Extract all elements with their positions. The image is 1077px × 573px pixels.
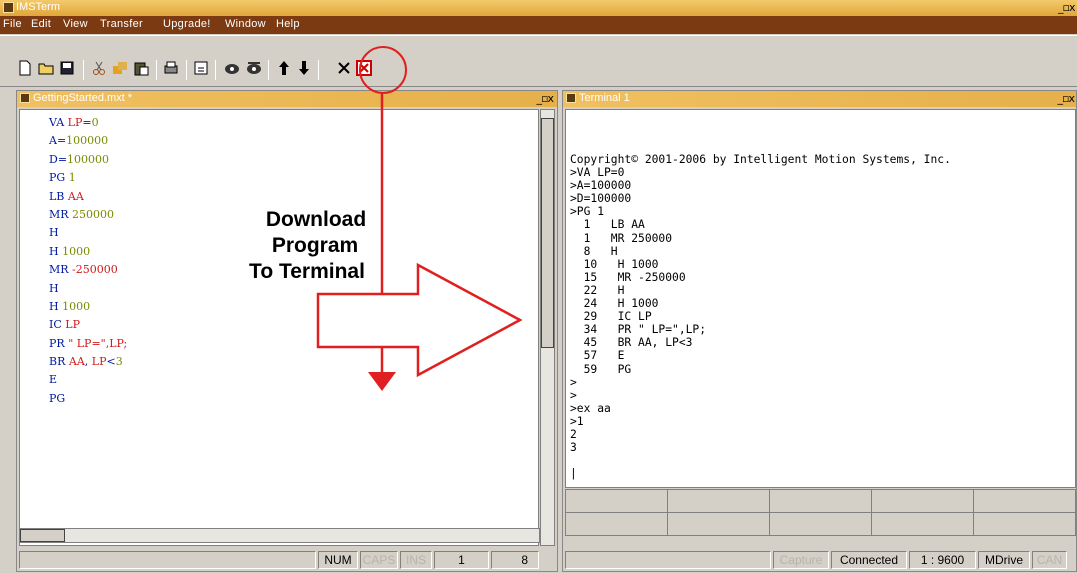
annotation-line-2: Program <box>271 234 359 257</box>
annotation-line-1: Download <box>265 208 367 231</box>
annotation-line-3: To Terminal <box>249 260 365 283</box>
annotation-overlay <box>316 46 523 391</box>
annotation-label: Download Program To Terminal <box>215 207 405 285</box>
highlight-circle <box>359 46 407 94</box>
arrow-head-icon <box>368 372 396 391</box>
